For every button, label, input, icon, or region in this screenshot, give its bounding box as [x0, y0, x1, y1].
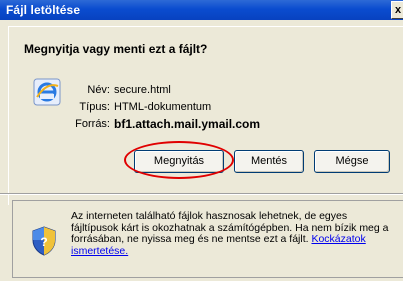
name-value: secure.html [114, 84, 171, 96]
title-bar[interactable]: Fájl letöltése x [0, 0, 403, 20]
highlight-circle [124, 141, 234, 179]
close-button[interactable]: x [391, 1, 403, 19]
svg-text:?: ? [40, 235, 47, 249]
warning-text-block: Az interneten található fájlok hasznosak… [71, 210, 396, 257]
prompt-question: Megnyitja vagy menti ezt a fájlt? [24, 42, 208, 56]
file-download-dialog: Fájl letöltése x Megnyitja vagy menti ez… [0, 0, 403, 281]
cancel-button[interactable]: Mégse [314, 150, 390, 173]
type-value: HTML-dokumentum [114, 101, 212, 113]
window-title: Fájl letöltése [6, 3, 81, 17]
type-label: Típus: [79, 101, 110, 113]
source-label: Forrás: [75, 118, 110, 130]
shield-question-icon: ? [32, 226, 56, 256]
divider [0, 193, 403, 195]
save-button[interactable]: Mentés [234, 150, 304, 173]
source-value: bf1.attach.mail.ymail.com [114, 117, 261, 131]
name-label: Név: [87, 84, 110, 96]
